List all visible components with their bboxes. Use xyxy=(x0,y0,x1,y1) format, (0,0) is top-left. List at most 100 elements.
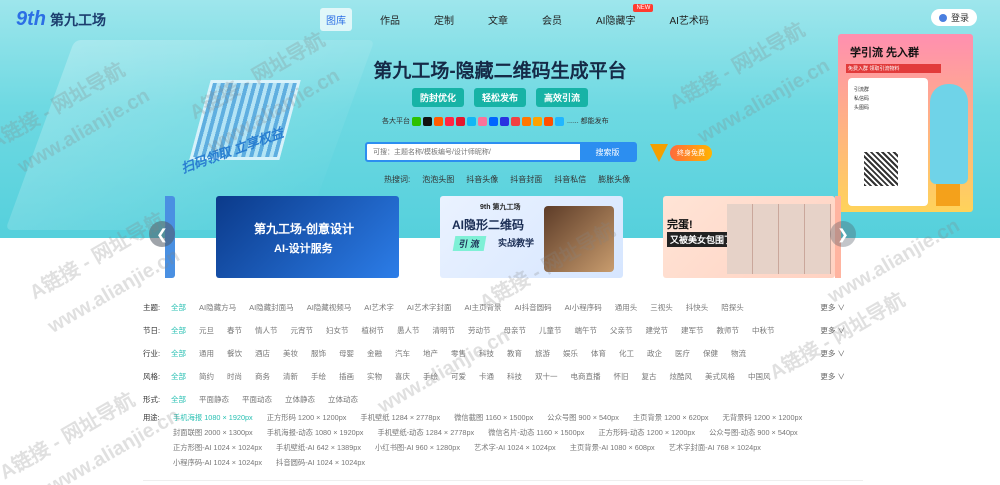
filter-option[interactable]: 陪探头 xyxy=(721,300,744,313)
filter-option[interactable]: 商务 xyxy=(255,369,270,382)
filter-option[interactable]: 科技 xyxy=(507,369,522,382)
filter-option[interactable]: 立体动态 xyxy=(328,392,358,405)
more-button[interactable]: 更多 ∨ xyxy=(820,371,845,382)
usage-option[interactable]: 手机海报-动态 1080 × 1920px xyxy=(267,428,364,438)
filter-option[interactable]: 化工 xyxy=(619,346,634,359)
filter-option[interactable]: 娱乐 xyxy=(563,346,578,359)
filter-option[interactable]: 插画 xyxy=(339,369,354,382)
filter-option[interactable]: 手绘 xyxy=(311,369,326,382)
nav-item-articles[interactable]: 文章 xyxy=(482,8,514,31)
filter-option[interactable]: 清明节 xyxy=(433,323,456,336)
filter-option[interactable]: 炫酷风 xyxy=(670,369,693,382)
filter-option[interactable]: 通用头 xyxy=(615,300,638,313)
filter-option[interactable]: 时尚 xyxy=(227,369,242,382)
usage-option[interactable]: 正方形码-动态 1200 × 1200px xyxy=(598,428,695,438)
filter-option[interactable]: 教育 xyxy=(507,346,522,359)
filter-option[interactable]: 母婴 xyxy=(339,346,354,359)
filter-option[interactable]: 植树节 xyxy=(362,323,385,336)
usage-option[interactable]: 小程序码-AI 1024 × 1024px xyxy=(173,458,262,468)
filter-option[interactable]: AI艺术字 xyxy=(364,300,394,313)
usage-option[interactable]: 封面联图 2000 × 1300px xyxy=(173,428,253,438)
filter-option[interactable]: 全部 xyxy=(171,323,186,336)
more-button[interactable]: 更多 ∨ xyxy=(820,325,845,336)
filter-option[interactable]: AI主页背景 xyxy=(464,300,501,313)
filter-option[interactable]: 情人节 xyxy=(255,323,278,336)
filter-option[interactable]: 通用 xyxy=(199,346,214,359)
banner-portraits[interactable]: 完蛋! 又被美女包围了 xyxy=(663,196,835,278)
nav-item-works[interactable]: 作品 xyxy=(374,8,406,31)
hot-word[interactable]: 膨胀头像 xyxy=(598,174,630,185)
usage-option[interactable]: 艺术字-AI 1024 × 1024px xyxy=(474,443,556,453)
filter-option[interactable]: 简约 xyxy=(199,369,214,382)
filter-option[interactable]: 平面静态 xyxy=(199,392,229,405)
usage-option[interactable]: 公众号图 900 × 540px xyxy=(547,413,619,423)
vip-button[interactable]: 终身免费 xyxy=(670,145,712,161)
filter-option[interactable]: 劳动节 xyxy=(468,323,491,336)
filter-option[interactable]: 双十一 xyxy=(535,369,558,382)
usage-option[interactable]: 主页背景-AI 1080 × 608px xyxy=(570,443,655,453)
filter-option[interactable]: 电商直播 xyxy=(571,369,601,382)
filter-option[interactable]: AI抖音圆码 xyxy=(515,300,552,313)
filter-option[interactable]: AI隐藏封面马 xyxy=(249,300,294,313)
filter-option[interactable]: AI艺术字封面 xyxy=(407,300,452,313)
filter-option[interactable]: 父亲节 xyxy=(610,323,633,336)
filter-option[interactable]: 可爱 xyxy=(451,369,466,382)
usage-option[interactable]: 手机壁纸 1284 × 2778px xyxy=(360,413,440,423)
filter-option[interactable]: 春节 xyxy=(227,323,242,336)
filter-option[interactable]: 全部 xyxy=(171,346,186,359)
filter-option[interactable]: 实物 xyxy=(367,369,382,382)
usage-option[interactable]: 微信名片-动态 1160 × 1500px xyxy=(488,428,584,438)
usage-option[interactable]: 抖音圆码-AI 1024 × 1024px xyxy=(276,458,365,468)
filter-option[interactable]: 汽车 xyxy=(395,346,410,359)
site-logo[interactable]: 9th 第九工场 xyxy=(16,8,106,31)
filter-option[interactable]: AI隐藏方马 xyxy=(199,300,236,313)
filter-option[interactable]: 卡通 xyxy=(479,369,494,382)
usage-option[interactable]: 微信截图 1160 × 1500px xyxy=(454,413,533,423)
filter-option[interactable]: AI隐藏视频马 xyxy=(307,300,352,313)
filter-option[interactable]: 全部 xyxy=(171,300,186,313)
filter-option[interactable]: AI小程序码 xyxy=(565,300,602,313)
usage-option[interactable]: 主页背景 1200 × 620px xyxy=(633,413,709,423)
hot-word[interactable]: 抖音头像 xyxy=(466,174,498,185)
usage-option[interactable]: 手机壁纸-AI 642 × 1389px xyxy=(276,443,361,453)
filter-option[interactable]: 全部 xyxy=(171,392,186,405)
filter-option[interactable]: 教师节 xyxy=(717,323,740,336)
usage-option[interactable]: 正方形图-AI 1024 × 1024px xyxy=(173,443,262,453)
nav-item-custom[interactable]: 定制 xyxy=(428,8,460,31)
filter-option[interactable]: 元宵节 xyxy=(291,323,314,336)
filter-option[interactable]: 服饰 xyxy=(311,346,326,359)
filter-option[interactable]: 科技 xyxy=(479,346,494,359)
nav-item-ai-hidden-text[interactable]: AI隐藏字 NEW xyxy=(590,4,654,31)
filter-option[interactable]: 端午节 xyxy=(575,323,598,336)
more-button[interactable]: 更多 ∨ xyxy=(820,348,845,359)
filter-option[interactable]: 三视头 xyxy=(650,300,673,313)
search-button[interactable]: 搜索版 xyxy=(580,144,635,160)
filter-option[interactable]: 中秋节 xyxy=(752,323,775,336)
filter-option[interactable]: 零售 xyxy=(451,346,466,359)
filter-option[interactable]: 政企 xyxy=(647,346,662,359)
nav-item-membership[interactable]: 会员 xyxy=(536,8,568,31)
search-input[interactable] xyxy=(373,144,563,160)
filter-option[interactable]: 清新 xyxy=(283,369,298,382)
filter-option[interactable]: 体育 xyxy=(591,346,606,359)
filter-option[interactable]: 旅游 xyxy=(535,346,550,359)
filter-option[interactable]: 医疗 xyxy=(675,346,690,359)
filter-option[interactable]: 美式风格 xyxy=(705,369,735,382)
hot-word[interactable]: 抖音封面 xyxy=(510,174,542,185)
nav-item-ai-art-code[interactable]: AI艺术码 xyxy=(663,8,714,31)
carousel-next-button[interactable]: ❯ xyxy=(830,221,856,247)
filter-option[interactable]: 手绘 xyxy=(423,369,438,382)
community-promo-ad[interactable]: 学引流 先入群 免费入群 领取引流物料 引流群 私信码 头图码 xyxy=(838,34,973,212)
usage-option[interactable]: 小红书图-AI 960 × 1280px xyxy=(375,443,460,453)
filter-option[interactable]: 美妆 xyxy=(283,346,298,359)
filter-option[interactable]: 儿童节 xyxy=(539,323,562,336)
filter-option[interactable]: 怀旧 xyxy=(614,369,629,382)
filter-option[interactable]: 立体静态 xyxy=(285,392,315,405)
filter-option[interactable]: 全部 xyxy=(171,369,186,382)
banner-design-service[interactable]: 第九工场-创意设计 AI-设计服务 xyxy=(216,196,399,278)
hot-word[interactable]: 抖音私信 xyxy=(554,174,586,185)
usage-option[interactable]: 正方形码 1200 × 1200px xyxy=(267,413,347,423)
vip-promo[interactable]: 终身免费 xyxy=(650,144,712,162)
usage-option[interactable]: 无背景码 1200 × 1200px xyxy=(723,413,803,423)
filter-option[interactable]: 餐饮 xyxy=(227,346,242,359)
